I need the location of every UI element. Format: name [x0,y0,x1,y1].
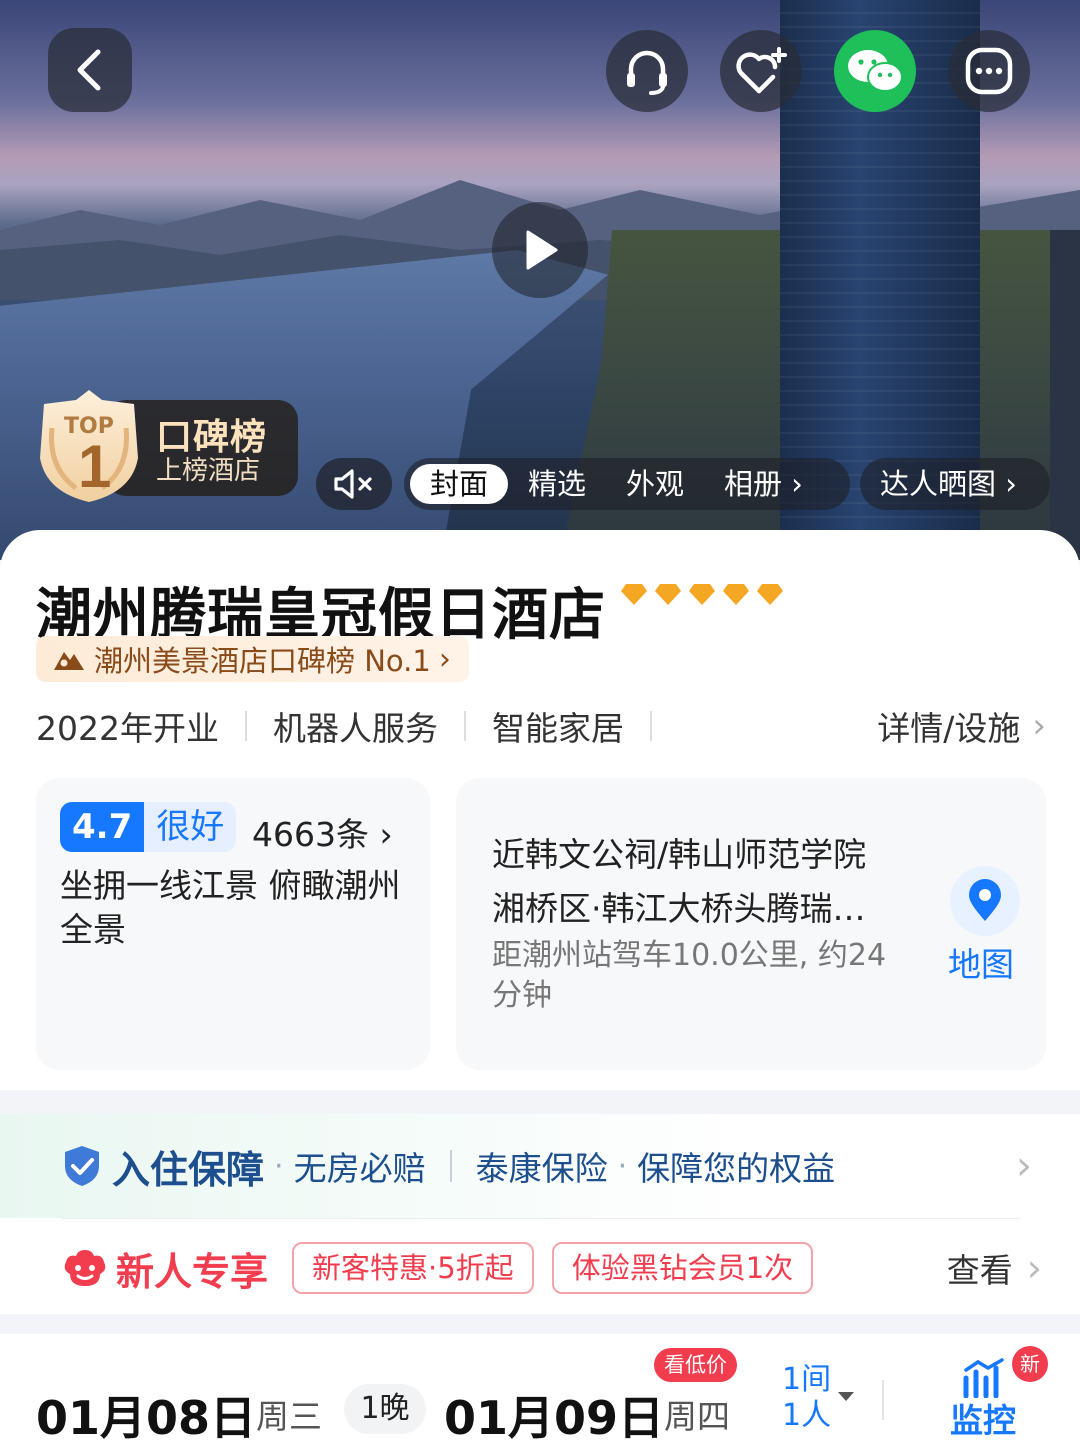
guarantee-item: 保障您的权益 [637,1149,836,1188]
divider [463,711,466,741]
coupon-tag[interactable]: 新客特惠·5折起 [292,1242,534,1294]
map-pin-icon[interactable] [950,866,1020,936]
location-summary[interactable]: 近韩文公祠/韩山师范学院 湘桥区·韩江大桥头腾瑞… 距潮州站驾车10.0公里, … [456,778,1046,1070]
review-count: 4663条 › [252,815,393,854]
hotel-info-card: 潮州腾瑞皇冠假日酒店 潮州美景酒店口碑榜 No.1 › 2022年开业 机器人服… [0,530,1080,1090]
wechat-share-button[interactable] [834,30,916,112]
price-monitor-button[interactable]: 监控 [950,1394,1016,1440]
review-summary[interactable]: 4.7 很好 4663条 › 坐拥一线江景 俯瞰潮州全景 [36,778,430,1070]
checkin-date[interactable]: 01月08日 [36,1382,256,1440]
new-user-title: 新人专享 [116,1249,269,1294]
checkout-date[interactable]: 01月09日 [444,1382,664,1440]
play-video-button[interactable] [492,202,588,298]
chevron-right-icon: › [1016,1143,1032,1189]
details-facilities-link[interactable]: 详情/设施 › [877,702,1046,750]
price-monitor-icon [963,1358,1004,1398]
expert-photos-tab[interactable]: 达人晒图 › [860,458,1050,510]
guests-count: 1人 [782,1398,832,1433]
guarantee-item: 无房必赔 [293,1149,426,1188]
side-building [1050,230,1080,560]
guarantee-item: 泰康保险 [475,1149,608,1188]
checkin-weekday: 周三 [256,1397,322,1436]
rank-number: 1 [78,433,112,500]
view-label: 查看 [946,1251,1013,1290]
play-icon [526,230,558,270]
media-tab-bar: 封面 精选 外观 相册 [404,458,850,510]
shield-check-icon [65,1146,99,1186]
score-level: 很好 [144,802,237,852]
rooms-guests-selector[interactable]: 1间 1人 [782,1362,831,1434]
low-price-badge[interactable]: 看低价 [654,1348,737,1382]
favorite-button[interactable] [720,30,802,112]
more-button[interactable] [948,30,1030,112]
diamond-icon [689,584,715,605]
checkout-weekday: 周四 [664,1397,730,1436]
score-value: 4.7 [60,802,145,852]
date-selector[interactable]: 01月08日 周三 1晚 01月09日 周四 看低价 1间 1人 监控 新 [0,1334,1080,1440]
divider [649,711,652,741]
location-pin-icon [969,879,1001,921]
promo-section: 入住保障 · 无房必赔 泰康保险 · 保障您的权益 › 新人专享 新客特惠·5折… [0,1114,1080,1314]
mute-button[interactable] [316,458,392,510]
back-button[interactable] [48,28,132,112]
chevron-right-icon: › [438,641,451,677]
tag-opening-year: 2022年开业 [36,709,219,748]
guarantee-title: 入住保障 [112,1147,265,1192]
address-text: 湘桥区·韩江大桥头腾瑞… [492,889,866,928]
diamond-icon [723,584,749,605]
top-rank-badge[interactable]: TOP 1 口碑榜 上榜酒店 [36,388,298,502]
mute-icon [334,469,372,499]
hero-media[interactable]: TOP 1 口碑榜 上榜酒店 封面 精选 外观 相册 达人晒图 › [0,0,1080,560]
diamond-rating [620,582,784,606]
nights-count: 1晚 [344,1384,426,1434]
mountain-icon [54,652,84,670]
rank-link[interactable]: 潮州美景酒店口碑榜 No.1 › [36,636,469,682]
media-tab[interactable]: 封面 [410,464,509,504]
tag-smart-home: 智能家居 [491,709,624,748]
tag-robot-service: 机器人服务 [272,709,438,748]
back-icon [77,49,101,91]
chevron-right-icon: › [1026,1246,1042,1290]
wechat-icon [848,50,903,92]
media-tab[interactable]: 相册 [704,464,823,504]
media-tab[interactable]: 精选 [508,464,606,504]
view-offers-link[interactable]: 查看 › [947,1244,1042,1292]
details-label: 详情/设施 [877,709,1021,748]
diamond-icon [655,584,681,605]
divider [449,1150,452,1182]
diamond-icon [621,584,647,605]
landmark-text: 近韩文公祠/韩山师范学院 [492,835,867,874]
divider [244,711,247,741]
dot-separator: · [274,1148,284,1184]
divider [882,1380,884,1420]
new-user-offers-row[interactable]: 新人专享 新客特惠·5折起 体验黑钻会员1次 查看 › [62,1240,1042,1296]
headset-icon [627,50,667,95]
divider [62,1218,1020,1219]
new-badge: 新 [1012,1346,1048,1382]
map-link[interactable]: 地图 [948,938,1014,986]
rank-text: 潮州美景酒店口碑榜 No.1 [94,644,431,678]
media-tab[interactable]: 外观 [606,464,704,504]
favorite-icon [736,47,787,94]
hotel-tags: 2022年开业 机器人服务 智能家居 详情/设施 › [36,702,1046,750]
score-badge: 4.7 很好 [60,802,237,852]
gift-flower-icon [64,1250,106,1286]
distance-text: 距潮州站驾车10.0公里, 约24分钟 [492,938,887,1013]
stay-guarantee-row[interactable]: 入住保障 · 无房必赔 泰康保险 · 保障您的权益 › [0,1114,1080,1218]
review-quote: 坐拥一线江景 俯瞰潮州全景 [60,866,401,949]
more-icon [965,47,1013,95]
dot-separator: · [617,1148,628,1184]
customer-service-button[interactable] [606,30,688,112]
badge-subtitle: 上榜酒店 [156,456,261,486]
chevron-right-icon: › [1032,706,1046,746]
diamond-icon [757,584,783,605]
caret-down-icon [838,1392,854,1401]
rooms-count: 1间 [782,1362,832,1397]
coupon-tag[interactable]: 体验黑钻会员1次 [551,1242,814,1294]
